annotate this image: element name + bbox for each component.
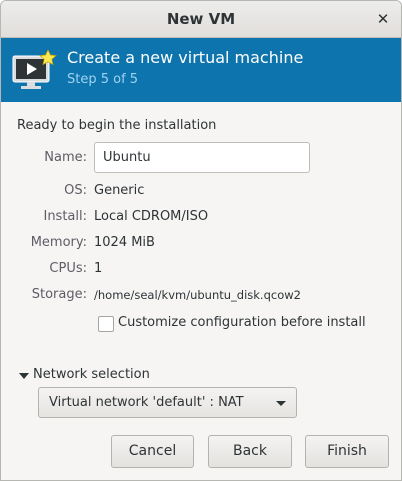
- cancel-button[interactable]: Cancel: [111, 435, 194, 468]
- os-value: Generic: [94, 183, 145, 198]
- window-title: New VM: [166, 10, 236, 28]
- install-label: Install:: [43, 209, 87, 224]
- cpus-label: CPUs:: [49, 261, 87, 276]
- name-input[interactable]: [94, 142, 310, 173]
- header-banner: Create a new virtual machine Step 5 of 5: [1, 38, 401, 102]
- banner-title: Create a new virtual machine: [67, 48, 304, 67]
- cpus-value: 1: [94, 261, 103, 276]
- finish-button[interactable]: Finish: [305, 435, 389, 468]
- install-value: Local CDROM/ISO: [94, 209, 209, 224]
- network-selection-expander[interactable]: Network selection: [33, 367, 150, 382]
- step-indicator: Step 5 of 5: [67, 72, 139, 87]
- summary-heading: Ready to begin the installation: [17, 118, 217, 133]
- back-button[interactable]: Back: [208, 435, 292, 468]
- network-select[interactable]: Virtual network 'default' : NAT: [38, 387, 297, 418]
- network-select-value: Virtual network 'default' : NAT: [49, 395, 244, 410]
- storage-label: Storage:: [31, 287, 87, 302]
- customize-checkbox[interactable]: [98, 316, 114, 332]
- new-vm-dialog: New VM ✕ Create a new virtual machine St…: [0, 0, 402, 481]
- titlebar: New VM ✕: [1, 1, 401, 38]
- expander-arrow-icon[interactable]: [19, 373, 29, 379]
- customize-label[interactable]: Customize configuration before install: [118, 315, 366, 330]
- memory-value: 1024 MiB: [94, 235, 155, 250]
- name-label: Name:: [44, 150, 87, 165]
- vm-monitor-icon: [12, 49, 57, 89]
- dropdown-arrow-icon: [276, 401, 286, 406]
- close-icon[interactable]: ✕: [373, 9, 393, 29]
- os-label: OS:: [64, 183, 87, 198]
- memory-label: Memory:: [30, 235, 87, 250]
- storage-value: /home/seal/kvm/ubuntu_disk.qcow2: [94, 288, 301, 302]
